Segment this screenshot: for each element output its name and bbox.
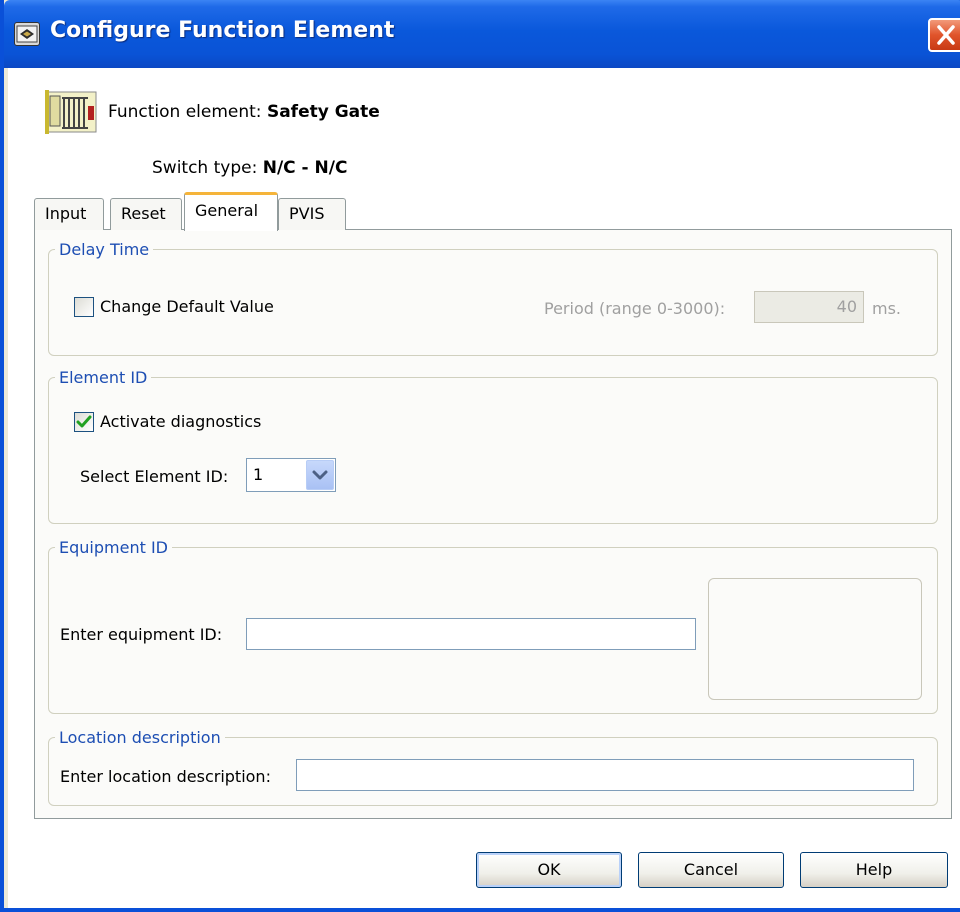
location-description-label: Enter location description: — [60, 767, 271, 786]
function-element-row: Function element: Safety Gate — [108, 102, 380, 122]
switch-type-label: Switch type: — [152, 158, 258, 178]
app-window-icon — [14, 22, 40, 46]
location-description-input[interactable] — [296, 759, 914, 791]
select-element-id-label: Select Element ID: — [80, 467, 229, 486]
period-label: Period (range 0-3000): — [544, 299, 726, 318]
tab-input[interactable]: Input — [34, 198, 104, 230]
window-title: Configure Function Element — [50, 18, 395, 43]
period-input[interactable]: 40 — [754, 291, 864, 323]
equipment-id-legend: Equipment ID — [59, 538, 168, 557]
change-default-label: Change Default Value — [100, 297, 274, 316]
delay-time-legend: Delay Time — [59, 240, 150, 259]
tab-pvis[interactable]: PVIS — [278, 198, 346, 230]
activate-diagnostics-checkbox[interactable] — [74, 412, 94, 432]
switch-type-value: N/C - N/C — [262, 158, 348, 178]
close-button[interactable] — [928, 18, 960, 52]
title-bar[interactable]: Configure Function Element — [4, 0, 960, 68]
ok-button[interactable]: OK — [476, 852, 622, 888]
equipment-id-label: Enter equipment ID: — [60, 625, 223, 644]
element-id-legend: Element ID — [59, 368, 148, 387]
help-button[interactable]: Help — [800, 852, 948, 888]
close-icon — [937, 25, 955, 45]
equipment-preview-box — [708, 578, 922, 700]
tab-reset[interactable]: Reset — [110, 198, 182, 230]
element-id-select-value: 1 — [253, 465, 264, 484]
tab-general[interactable]: General — [184, 192, 278, 231]
chevron-down-icon[interactable] — [306, 460, 334, 490]
checkmark-icon — [76, 415, 92, 428]
cancel-button[interactable]: Cancel — [638, 852, 784, 888]
function-element-value: Safety Gate — [266, 102, 380, 122]
dialog-window: Configure Function Element Function elem… — [0, 0, 960, 912]
change-default-checkbox[interactable] — [74, 297, 94, 317]
function-element-label: Function element: — [108, 102, 262, 122]
safety-gate-icon — [45, 90, 97, 134]
location-description-legend: Location description — [59, 728, 221, 747]
element-id-group: Element ID — [48, 368, 938, 524]
element-id-select[interactable]: 1 — [246, 458, 336, 492]
period-unit: ms. — [872, 299, 902, 318]
switch-type-row: Switch type: N/C - N/C — [152, 158, 347, 178]
equipment-id-input[interactable] — [246, 618, 696, 650]
activate-diagnostics-label: Activate diagnostics — [100, 412, 262, 431]
